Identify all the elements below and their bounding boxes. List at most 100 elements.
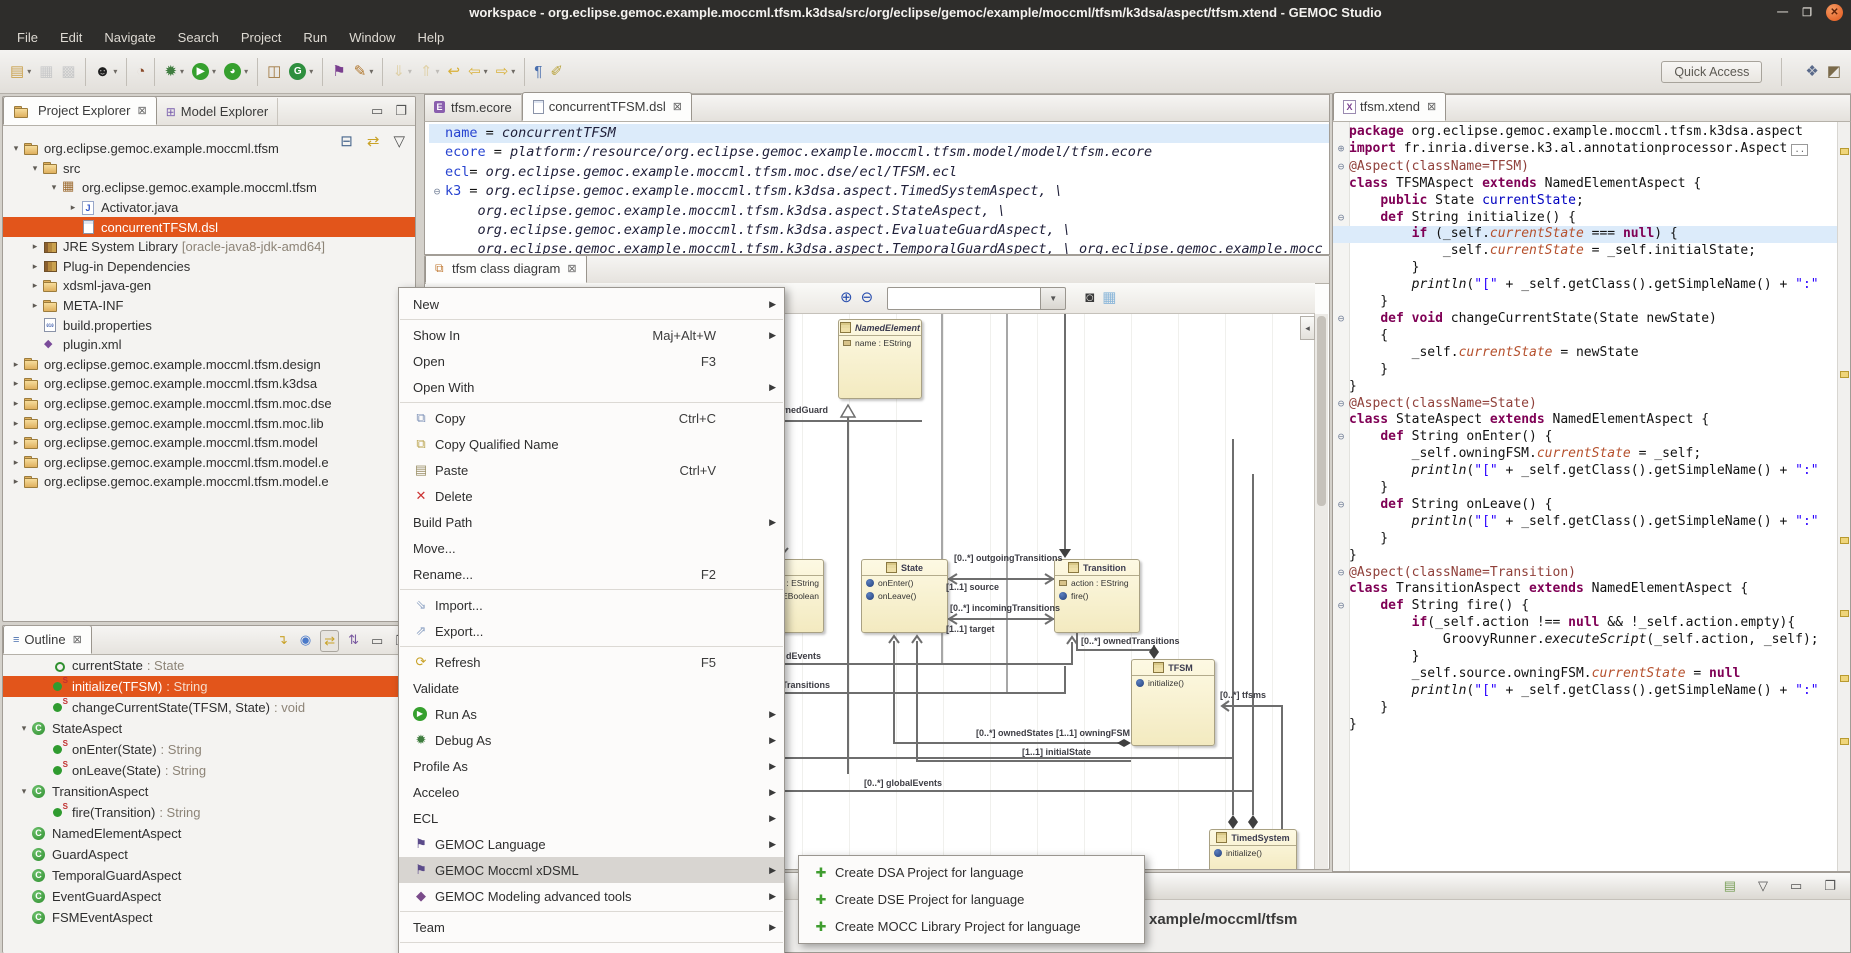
outline-row[interactable]: currentState: State — [3, 655, 415, 676]
tree-row[interactable]: ▸JRE System Library[oracle-java8-jdk-amd… — [3, 237, 415, 257]
debug-icon[interactable]: ✹▾ — [161, 59, 187, 85]
tree-row[interactable]: plugin.xml — [3, 335, 415, 355]
expand-arrow-icon[interactable]: ▾ — [47, 182, 61, 193]
close-icon[interactable]: ⊠ — [673, 100, 682, 113]
fold-icon[interactable]: ⊖ — [1333, 429, 1349, 446]
palette-collapse-icon[interactable]: ◂ — [1300, 316, 1315, 340]
expand-arrow-icon[interactable]: ▸ — [9, 378, 23, 389]
close-icon[interactable]: ⊠ — [1427, 100, 1436, 113]
fold-icon[interactable]: ⊖ — [1333, 565, 1349, 582]
close-icon[interactable]: ⊠ — [73, 633, 82, 646]
next-annotation-icon[interactable]: ⇓▾ — [389, 59, 415, 85]
maximize-view-icon[interactable]: ❐ — [392, 101, 410, 121]
menu-item-debug-as[interactable]: ✹Debug As▶ — [399, 727, 784, 753]
expand-arrow-icon[interactable]: ▸ — [28, 261, 42, 272]
fold-icon[interactable]: ⊖ — [1333, 497, 1349, 514]
menubar-item-project[interactable]: Project — [230, 24, 292, 50]
sort-icon[interactable]: ⇅ — [345, 630, 362, 650]
save-icon[interactable]: ▦ — [36, 59, 56, 85]
close-window-icon[interactable]: ✕ — [1826, 4, 1843, 21]
menu-item-profile-as[interactable]: Profile As▶ — [399, 753, 784, 779]
tree-row[interactable]: ▸xdsml-java-gen — [3, 276, 415, 296]
tab-tfsm-xtend[interactable]: tfsm.xtend ⊠ — [1333, 92, 1446, 121]
menu-item-open[interactable]: OpenF3 — [399, 348, 784, 374]
expand-arrow-icon[interactable]: ▾ — [28, 163, 42, 174]
menu-item-ecl[interactable]: ECL▶ — [399, 805, 784, 831]
menu-item-rename[interactable]: Rename...F2 — [399, 561, 784, 587]
modeling-perspective-icon[interactable]: ◩ — [1824, 59, 1844, 85]
tree-row[interactable]: ▾org.eclipse.gemoc.example.moccml.tfsm — [3, 178, 415, 198]
tree-row[interactable]: ▾src — [3, 159, 415, 179]
menu-item-show-in[interactable]: Show InMaj+Alt+W▶ — [399, 322, 784, 348]
xtend-editor[interactable]: package org.eclipse.gemoc.example.moccml… — [1332, 122, 1851, 872]
menu-item-delete[interactable]: ✕Delete — [399, 483, 784, 509]
view-menu-icon[interactable]: ▽ — [390, 129, 408, 155]
fold-icon[interactable]: ⊖ — [1333, 598, 1349, 615]
menu-item-gemoc-moccml-xdsml[interactable]: ⚑GEMOC Moccml xDSML▶ — [399, 857, 784, 883]
menu-item-create-dsa-project-for-language[interactable]: ✚Create DSA Project for language — [799, 859, 1144, 886]
expand-arrow-icon[interactable]: ▾ — [17, 786, 31, 797]
view-menu-icon[interactable]: ▽ — [1755, 873, 1771, 899]
diagram-class-box-tfsm[interactable]: TFSMinitialize() — [1131, 659, 1215, 746]
zoom-level-combo[interactable] — [887, 287, 1041, 310]
menubar-item-window[interactable]: Window — [338, 24, 406, 50]
diagram-class-box-state[interactable]: StateonEnter()onLeave() — [861, 559, 948, 633]
hide-fields-icon[interactable]: ◉ — [297, 630, 314, 650]
menu-item-run-as[interactable]: ▶Run As▶ — [399, 701, 784, 727]
tab-concurrenttfsm-dsl[interactable]: concurrentTFSM.dsl ⊠ — [522, 92, 692, 121]
menubar-item-file[interactable]: File — [6, 24, 49, 50]
expand-arrow-icon[interactable]: ▸ — [28, 241, 42, 252]
expand-arrow-icon[interactable]: ▸ — [9, 476, 23, 487]
prev-annotation-icon[interactable]: ⇑▾ — [417, 59, 443, 85]
tree-row[interactable]: ▸Plug-in Dependencies — [3, 257, 415, 277]
tree-row[interactable]: ▸org.eclipse.gemoc.example.moccml.tfsm.m… — [3, 472, 415, 492]
menubar-item-edit[interactable]: Edit — [49, 24, 93, 50]
link-editor-icon[interactable]: ⇄ — [364, 129, 383, 155]
layout-icon[interactable]: ▦ — [1099, 285, 1119, 311]
menu-item-build-path[interactable]: Build Path▶ — [399, 509, 784, 535]
tree-row[interactable]: ▸org.eclipse.gemoc.example.moccml.tfsm.k… — [3, 374, 415, 394]
diagram-class-box-timedsystem[interactable]: TimedSysteminitialize() — [1209, 829, 1297, 870]
close-icon[interactable]: ⊠ — [567, 262, 576, 275]
export-image-icon[interactable]: ◙ — [1082, 285, 1097, 311]
outline-row[interactable]: onLeave(State): String — [3, 760, 415, 781]
menu-item-compare-with[interactable]: Compare With▶ — [399, 945, 784, 953]
minimize-icon[interactable]: ▭ — [1787, 873, 1805, 899]
outline-row[interactable]: fire(Transition): String — [3, 802, 415, 823]
annotate-icon[interactable]: ✎▾ — [351, 59, 377, 85]
tab-model-explorer[interactable]: ⊞ Model Explorer — [157, 98, 279, 125]
tree-row[interactable]: build.properties — [3, 315, 415, 335]
menubar-item-help[interactable]: Help — [406, 24, 455, 50]
user-profile-icon[interactable]: ☻▾ — [92, 59, 121, 85]
fold-icon[interactable]: ⊖ — [1333, 159, 1349, 176]
menu-item-gemoc-modeling-advanced-tools[interactable]: ◆GEMOC Modeling advanced tools▶ — [399, 883, 784, 909]
expand-arrow-icon[interactable]: ▸ — [9, 359, 23, 370]
menu-item-paste[interactable]: ▤PasteCtrl+V — [399, 457, 784, 483]
minimize-window-icon[interactable]: — — [1777, 6, 1788, 18]
fold-icon[interactable]: ⊕ — [1333, 141, 1349, 159]
diagram-vertical-scrollbar[interactable] — [1314, 314, 1328, 870]
outline-row[interactable]: TemporalGuardAspect — [3, 865, 415, 886]
menu-item-new[interactable]: New▶ — [399, 291, 784, 317]
menubar-item-navigate[interactable]: Navigate — [93, 24, 166, 50]
minimize-view-icon[interactable]: ▭ — [368, 631, 386, 651]
tree-row[interactable]: concurrentTFSM.dsl — [3, 217, 415, 237]
menu-item-copy-qualified-name[interactable]: ⧉Copy Qualified Name — [399, 431, 784, 457]
expand-arrow-icon[interactable]: ▸ — [28, 280, 42, 291]
diagram-class-box-namedelement[interactable]: NamedElementname : EString — [838, 319, 922, 399]
back-icon[interactable]: ⇦▾ — [465, 59, 491, 85]
menubar-item-search[interactable]: Search — [167, 24, 230, 50]
expand-arrow-icon[interactable]: ▸ — [66, 202, 80, 213]
last-edit-icon[interactable]: ↩ — [445, 59, 464, 85]
tree-row[interactable]: ▸Activator.java — [3, 198, 415, 218]
mark-occurrences-icon[interactable]: ✐ — [547, 59, 566, 85]
gemoc-engine-icon[interactable]: G▾ — [286, 59, 316, 85]
fold-icon[interactable]: ⊖ — [1333, 210, 1349, 227]
outline-row[interactable]: GuardAspect — [3, 844, 415, 865]
open-perspective-icon[interactable]: ❖ — [1802, 59, 1821, 85]
new-plugin-icon[interactable]: ◫ — [264, 59, 284, 85]
collapse-all-icon[interactable]: ⊟ — [337, 129, 356, 155]
diagram-class-box-transition[interactable]: Transitionaction : EStringfire() — [1054, 559, 1140, 633]
menu-item-refresh[interactable]: ⟳RefreshF5 — [399, 649, 784, 675]
save-all-icon[interactable]: ▩ — [58, 59, 78, 85]
